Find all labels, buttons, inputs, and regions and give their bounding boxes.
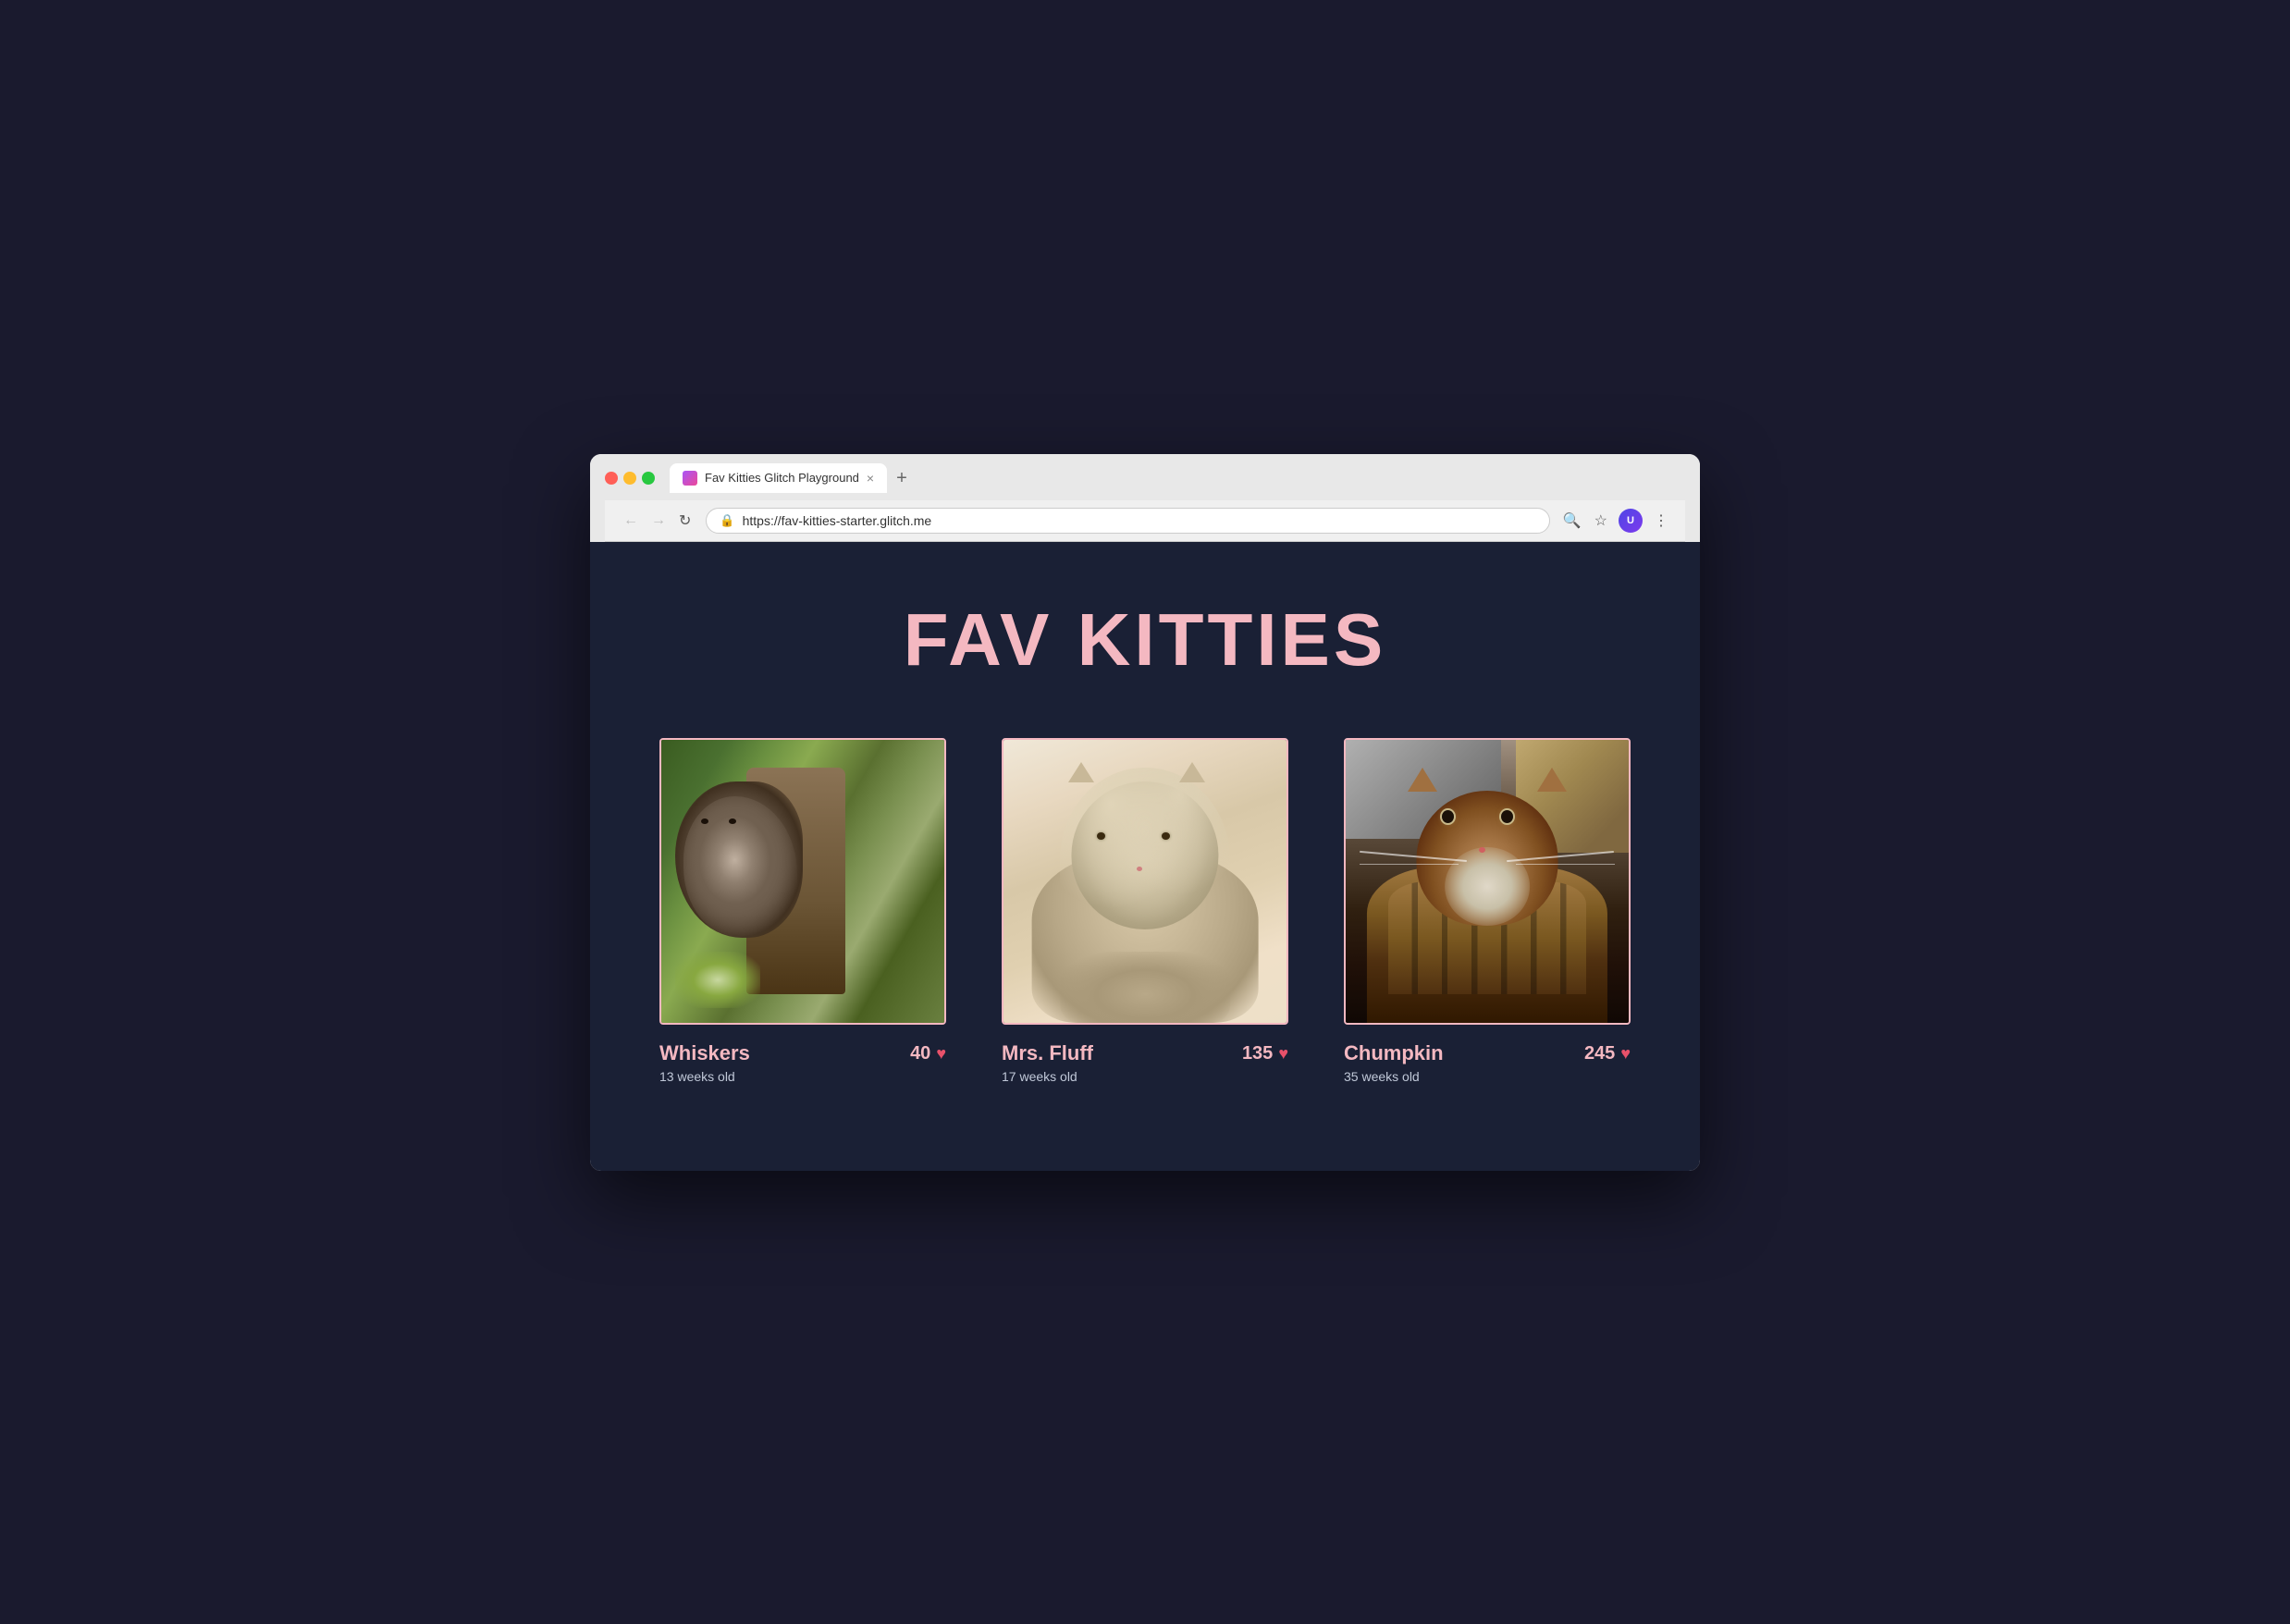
kitties-grid: Whiskers 13 weeks old 40 ♥ <box>636 738 1654 1084</box>
kitty-card-whiskers[interactable]: Whiskers 13 weeks old 40 ♥ <box>659 738 946 1084</box>
new-tab-button[interactable]: + <box>889 464 915 493</box>
page-title: FAV KITTIES <box>904 597 1387 683</box>
search-button[interactable]: 🔍 <box>1561 509 1583 533</box>
kitty-info-whiskers: Whiskers 13 weeks old 40 ♥ <box>659 1041 946 1084</box>
close-button[interactable] <box>605 472 618 485</box>
kitty-name-age-whiskers: Whiskers 13 weeks old <box>659 1041 750 1084</box>
maximize-button[interactable] <box>642 472 655 485</box>
heart-icon-mrs-fluff: ♥ <box>1278 1044 1288 1064</box>
kitty-age-whiskers: 13 weeks old <box>659 1069 750 1084</box>
forward-button[interactable]: → <box>647 510 670 532</box>
kitty-votes-chumpkin[interactable]: 245 ♥ <box>1584 1043 1631 1064</box>
user-avatar[interactable]: U <box>1619 509 1643 533</box>
vote-count-mrs-fluff: 135 <box>1242 1043 1273 1064</box>
kitty-name-age-mrs-fluff: Mrs. Fluff 17 weeks old <box>1002 1041 1093 1084</box>
browser-actions: 🔍 ☆ U ⋮ <box>1561 509 1670 533</box>
minimize-button[interactable] <box>623 472 636 485</box>
kitty-card-mrs-fluff[interactable]: Mrs. Fluff 17 weeks old 135 ♥ <box>1002 738 1288 1084</box>
active-tab[interactable]: Fav Kitties Glitch Playground × <box>670 463 887 493</box>
kitty-info-chumpkin: Chumpkin 35 weeks old 245 ♥ <box>1344 1041 1631 1084</box>
kitty-name-age-chumpkin: Chumpkin 35 weeks old <box>1344 1041 1444 1084</box>
vote-count-chumpkin: 245 <box>1584 1043 1615 1064</box>
more-button[interactable]: ⋮ <box>1652 509 1670 533</box>
browser-window: Fav Kitties Glitch Playground × + ← → ↻ … <box>590 454 1700 1171</box>
kitty-image-chumpkin[interactable] <box>1344 738 1631 1025</box>
tab-favicon <box>683 471 697 486</box>
tab-close-button[interactable]: × <box>867 471 874 486</box>
browser-addressbar: ← → ↻ 🔒 https://fav-kitties-starter.glit… <box>605 500 1685 542</box>
traffic-lights <box>605 472 655 485</box>
vote-count-whiskers: 40 <box>910 1043 930 1064</box>
browser-tabs: Fav Kitties Glitch Playground × + <box>670 463 915 493</box>
kitty-card-chumpkin[interactable]: Chumpkin 35 weeks old 245 ♥ <box>1344 738 1631 1084</box>
tab-label: Fav Kitties Glitch Playground <box>705 471 859 485</box>
reload-button[interactable]: ↻ <box>675 510 695 532</box>
kitty-name-mrs-fluff: Mrs. Fluff <box>1002 1041 1093 1065</box>
address-bar[interactable]: 🔒 https://fav-kitties-starter.glitch.me <box>706 508 1549 534</box>
kitty-votes-whiskers[interactable]: 40 ♥ <box>910 1043 946 1064</box>
browser-titlebar: Fav Kitties Glitch Playground × + ← → ↻ … <box>590 454 1700 542</box>
cat-photo-whiskers <box>661 740 944 1023</box>
heart-icon-whiskers: ♥ <box>936 1044 946 1064</box>
page-content: FAV KITTIES <box>590 542 1700 1171</box>
browser-controls: Fav Kitties Glitch Playground × + <box>605 463 1685 493</box>
kitty-name-chumpkin: Chumpkin <box>1344 1041 1444 1065</box>
kitty-age-chumpkin: 35 weeks old <box>1344 1069 1444 1084</box>
kitty-info-mrs-fluff: Mrs. Fluff 17 weeks old 135 ♥ <box>1002 1041 1288 1084</box>
kitty-votes-mrs-fluff[interactable]: 135 ♥ <box>1242 1043 1288 1064</box>
kitty-name-whiskers: Whiskers <box>659 1041 750 1065</box>
kitty-age-mrs-fluff: 17 weeks old <box>1002 1069 1093 1084</box>
kitty-image-whiskers[interactable] <box>659 738 946 1025</box>
back-button[interactable]: ← <box>620 510 642 532</box>
nav-buttons: ← → ↻ <box>620 510 695 532</box>
url-text: https://fav-kitties-starter.glitch.me <box>743 513 932 528</box>
heart-icon-chumpkin: ♥ <box>1620 1044 1631 1064</box>
kitty-image-mrs-fluff[interactable] <box>1002 738 1288 1025</box>
bookmark-button[interactable]: ☆ <box>1593 509 1609 533</box>
lock-icon: 🔒 <box>720 513 734 528</box>
